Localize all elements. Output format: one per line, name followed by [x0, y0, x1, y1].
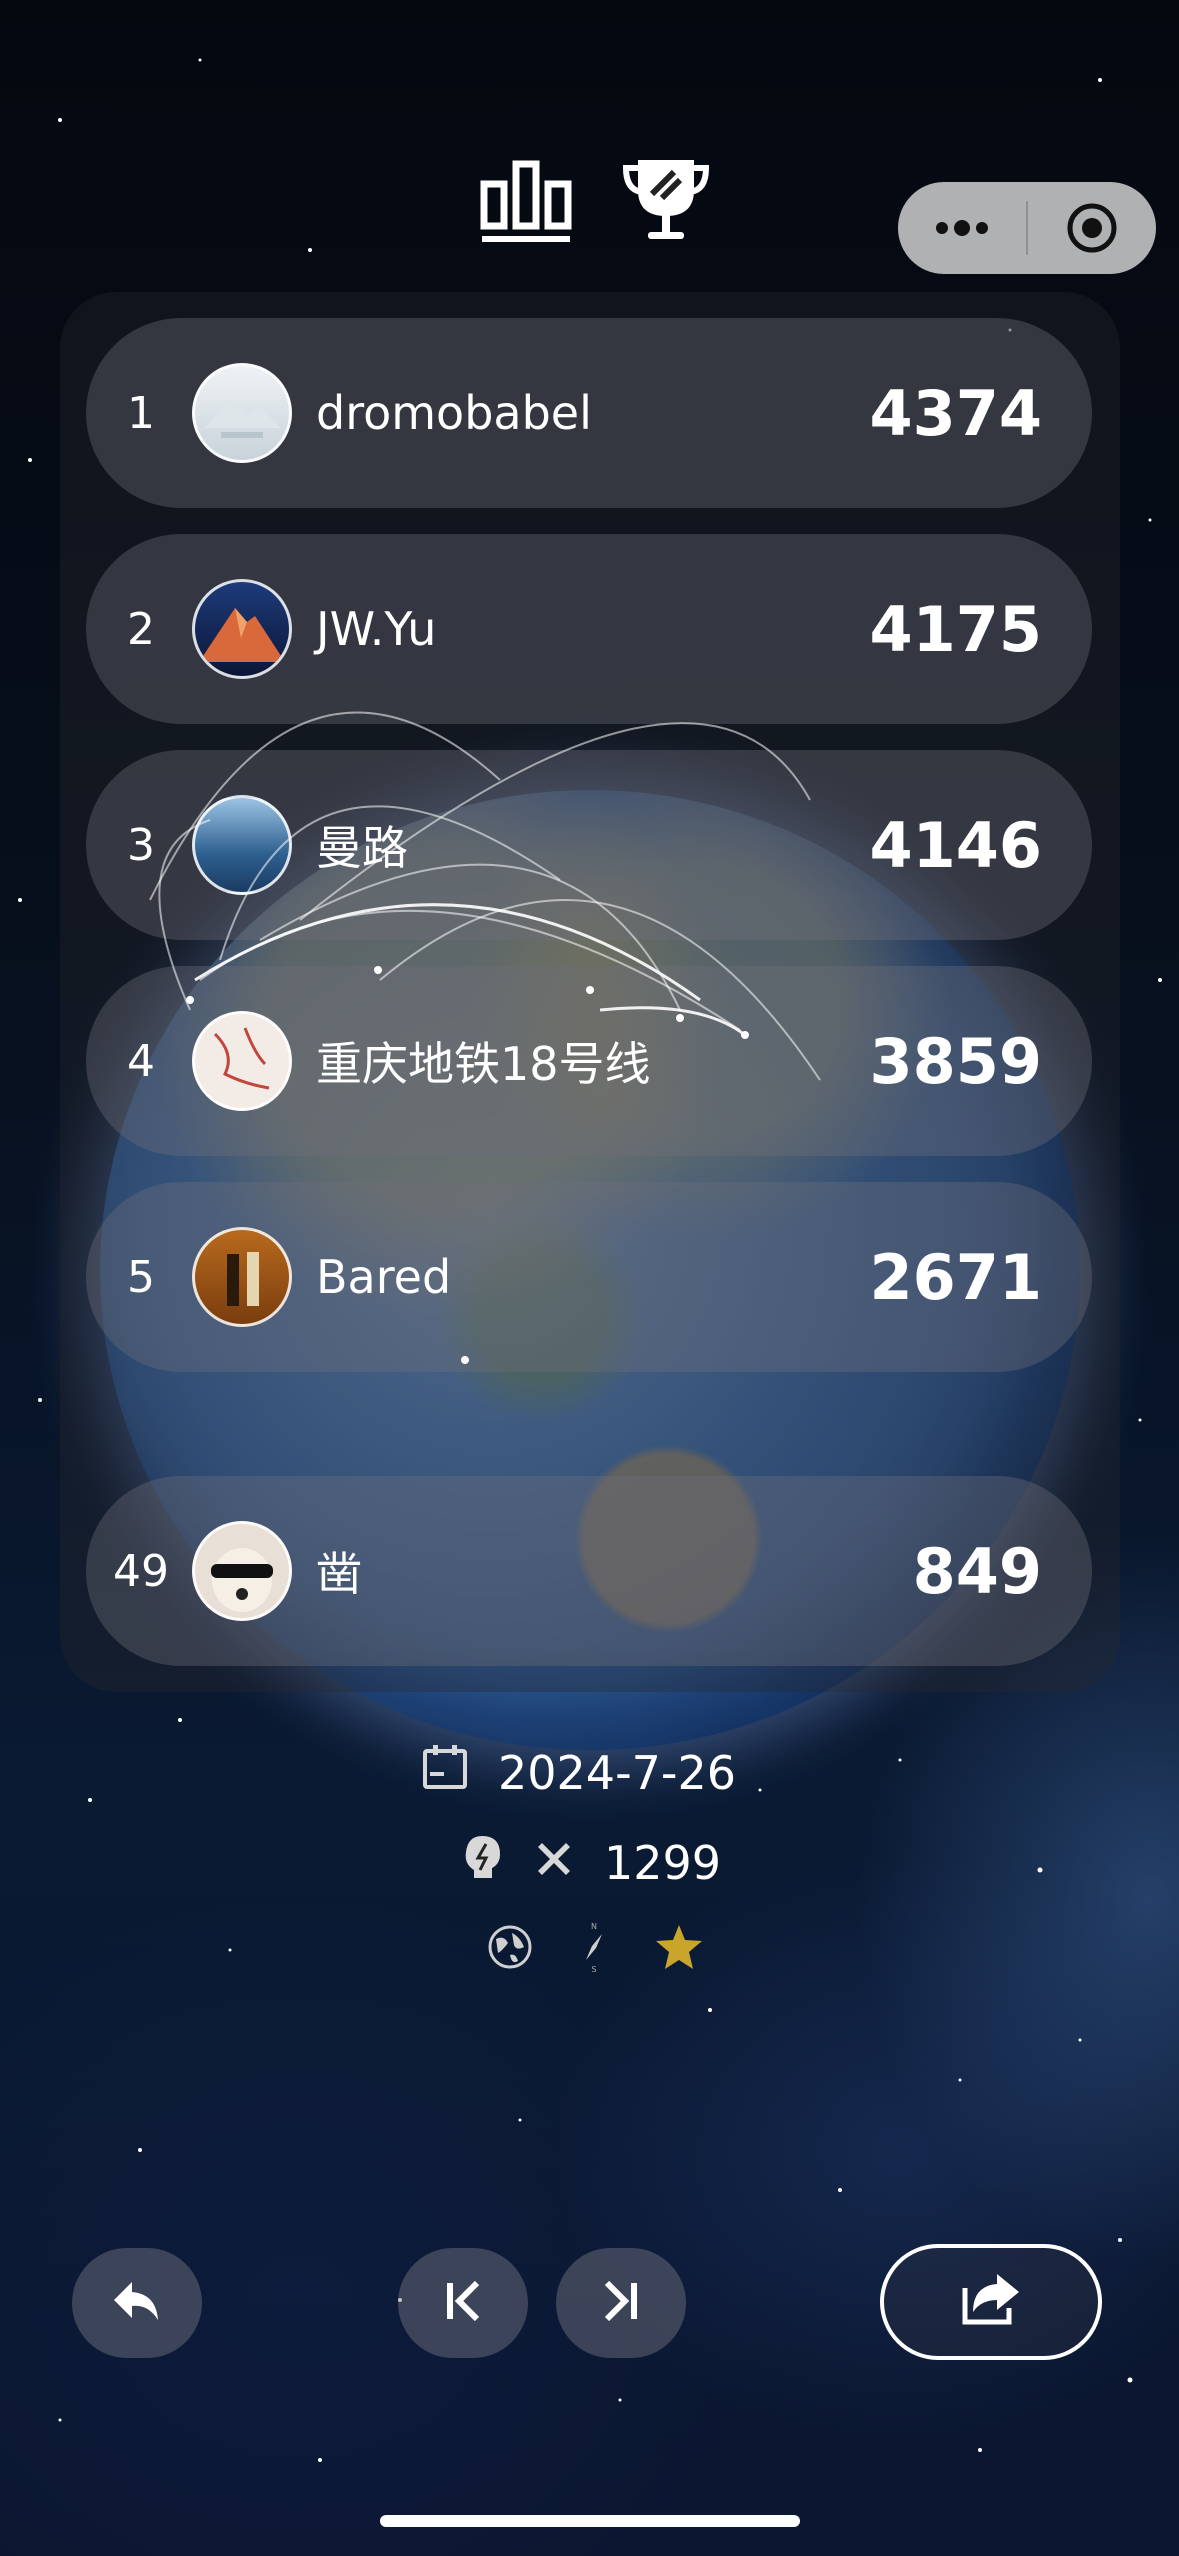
game-date: 2024-7-26 [498, 1745, 737, 1800]
avatar [192, 795, 292, 895]
leaderboard-row[interactable]: 1 dromobabel 4374 [86, 318, 1092, 508]
player-name: 重庆地铁18号线 [316, 1037, 651, 1091]
more-dots-icon[interactable] [898, 182, 1026, 274]
player-name: 曼路 [316, 821, 408, 875]
player-score: 3859 [869, 1024, 1042, 1098]
leaderboard-row[interactable]: 5 Bared 2671 [86, 1182, 1092, 1372]
svg-text:S: S [591, 1965, 596, 1974]
rank-number: 5 [127, 1251, 155, 1303]
top-tabs [476, 150, 716, 250]
star-icon[interactable] [654, 1923, 704, 1975]
globe-icon[interactable] [486, 1923, 534, 1975]
trophy-icon[interactable] [616, 150, 716, 250]
player-name: Bared [316, 1250, 452, 1304]
player-score: 4146 [869, 808, 1042, 882]
brain-icon [462, 1834, 504, 1891]
svg-text:N: N [591, 1922, 597, 1931]
share-button[interactable] [880, 2244, 1102, 2360]
stat-line: 1299 [462, 1834, 721, 1891]
first-button[interactable] [398, 2248, 528, 2358]
compass-icon[interactable]: N S [574, 1920, 614, 1978]
last-icon [601, 2279, 641, 2327]
player-score: 4374 [869, 376, 1042, 450]
leaderboard-row[interactable]: 3 曼路 4146 [86, 750, 1092, 940]
rank-number: 49 [113, 1545, 169, 1597]
player-score: 849 [912, 1534, 1042, 1608]
last-button[interactable] [556, 2248, 686, 2358]
avatar [192, 579, 292, 679]
rank-number: 2 [127, 603, 155, 655]
self-rank-row[interactable]: 49 凿 849 [86, 1476, 1092, 1666]
back-icon [112, 2278, 162, 2328]
rank-number: 3 [127, 819, 155, 871]
date-line: 2024-7-26 [420, 1742, 736, 1803]
player-score: 2671 [869, 1240, 1042, 1314]
player-name: JW.Yu [316, 602, 437, 656]
rank-number: 4 [127, 1035, 155, 1087]
player-name: 凿 [316, 1547, 362, 1601]
avatar [192, 1521, 292, 1621]
avatar [192, 1011, 292, 1111]
mode-icons: N S [486, 1920, 704, 1978]
avatar [192, 363, 292, 463]
rank-number: 1 [127, 387, 155, 439]
home-indicator [380, 2515, 800, 2527]
player-name: dromobabel [316, 386, 592, 440]
first-icon [443, 2279, 483, 2327]
share-icon [959, 2272, 1023, 2332]
leaderboard-row[interactable]: 2 JW.Yu 4175 [86, 534, 1092, 724]
target-icon[interactable] [1028, 182, 1156, 274]
leaderboard-row[interactable]: 4 重庆地铁18号线 3859 [86, 966, 1092, 1156]
back-button[interactable] [72, 2248, 202, 2358]
miniprogram-capsule [898, 182, 1156, 274]
solve-count: 1299 [604, 1835, 722, 1890]
cross-icon [534, 1836, 574, 1890]
player-score: 4175 [869, 592, 1042, 666]
avatar [192, 1227, 292, 1327]
calendar-icon [420, 1742, 470, 1803]
bar-chart-icon[interactable] [476, 150, 576, 250]
